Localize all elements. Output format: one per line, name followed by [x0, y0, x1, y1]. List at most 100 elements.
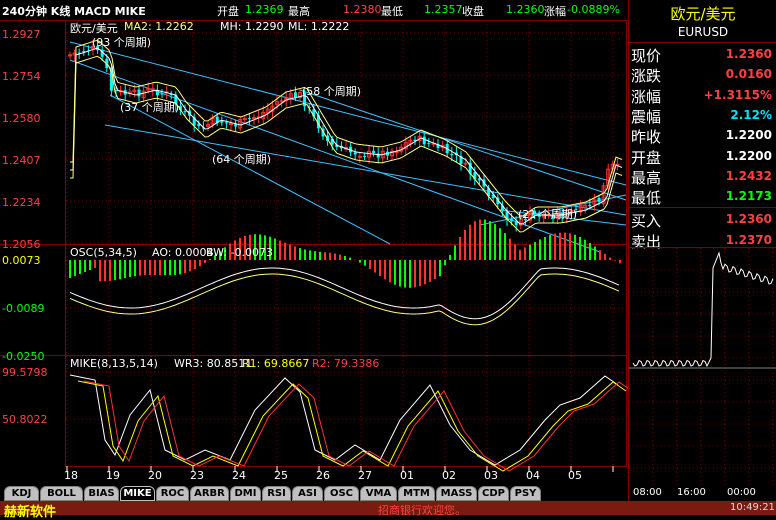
candle-body	[293, 92, 297, 98]
candle-body	[510, 219, 514, 222]
indicator-tab-bar: KDJ BOLL BIAS MIKE ROC ARBR DMI RSI ASI OSC VMA MTM…	[0, 484, 628, 501]
quote-row-value: 1.2200	[725, 148, 772, 163]
tab-rsi[interactable]: RSI	[262, 486, 291, 501]
candle-body	[372, 150, 376, 154]
tab-mike[interactable]: MIKE	[120, 486, 155, 501]
candle-body	[353, 152, 357, 155]
close-value: 1.2360	[506, 3, 545, 16]
trend-line	[104, 124, 627, 216]
quote-row-value: 0.0160	[725, 67, 772, 82]
y-tick: 1.2927	[2, 28, 41, 41]
candle-body	[463, 162, 468, 165]
osc-line	[69, 267, 620, 320]
status-clock: 10:49:21	[730, 502, 775, 513]
candle-body	[588, 204, 592, 207]
quote-row: 涨幅 +1.3115%	[629, 85, 776, 106]
x-tick-label: 01	[400, 469, 414, 482]
osc-y-tick: -0.0089	[2, 302, 45, 315]
candle-body	[450, 153, 454, 155]
candle-body	[150, 88, 155, 91]
quote-row: 最低 1.2173	[629, 186, 776, 207]
candle-body	[160, 93, 164, 95]
x-tick-label: 05	[568, 469, 582, 482]
high-label: 最高	[288, 5, 310, 18]
ma2-value: MA2: 1.2262	[124, 20, 194, 33]
tab-cdp[interactable]: CDP	[478, 486, 509, 501]
tab-kdj[interactable]: KDJ	[4, 486, 39, 501]
quote-row-value: 1.2370	[725, 232, 772, 247]
change-label: 涨幅	[544, 5, 566, 18]
mike-r1-line	[77, 380, 627, 472]
quote-row-label: 涨跌	[631, 67, 662, 86]
time-label: 16:00	[677, 487, 706, 498]
y-tick: 1.2754	[2, 70, 41, 83]
quote-row: 开盘 1.2200	[629, 146, 776, 167]
osc-ao-value: AO: 0.0004	[152, 246, 214, 259]
candle-body	[362, 155, 366, 157]
x-tick-label: 19	[106, 469, 120, 482]
tab-arbr[interactable]: ARBR	[190, 486, 229, 501]
candle-body	[279, 100, 284, 103]
quote-row-value: 2.12%	[730, 107, 772, 122]
osc-signal-line	[69, 273, 620, 326]
candle-body	[220, 121, 224, 123]
tab-asi[interactable]: ASI	[292, 486, 323, 501]
x-tick-label: 27	[358, 469, 372, 482]
quote-row-value: 1.2360	[725, 212, 772, 227]
candle-body	[68, 54, 72, 57]
candle-body	[357, 155, 362, 158]
mike-wr3-value: WR3: 80.8511	[174, 357, 253, 370]
chart-header-bar: 240分钟 K线 MACD MIKE 开盘 1.2369 最高 1.2380 最…	[0, 0, 628, 21]
candle-body	[234, 124, 238, 127]
candle-body	[242, 118, 247, 121]
x-tick-label: 24	[232, 469, 246, 482]
quote-row: 买入 1.2360	[629, 209, 776, 230]
x-tick-label: 03	[484, 469, 498, 482]
tab-roc[interactable]: ROC	[156, 486, 189, 501]
tab-boll[interactable]: BOLL	[40, 486, 83, 501]
open-value: 1.2369	[245, 3, 284, 16]
quote-row-value: 1.2432	[725, 168, 772, 183]
tab-bias[interactable]: BIAS	[84, 486, 119, 501]
osc-label: OSC(5,34,5)	[70, 246, 137, 259]
tab-psy[interactable]: PSY	[510, 486, 541, 501]
x-tick-label: 18	[64, 469, 78, 482]
divider	[629, 207, 776, 209]
y-tick: 1.2056	[2, 238, 41, 251]
tab-mtm[interactable]: MTM	[398, 486, 435, 501]
tab-osc[interactable]: OSC	[324, 486, 359, 501]
candle-body	[427, 142, 431, 144]
brand-logo: 赫新软件	[4, 505, 57, 520]
cycle-annotation: (64 个周期)	[212, 153, 272, 166]
candle-body	[229, 123, 233, 126]
cycle-annotation: (21 个周期)	[518, 208, 578, 221]
cycle-annotation: (58 个周期)	[302, 85, 362, 98]
intraday-chart[interactable]	[629, 248, 776, 488]
candle-body	[224, 122, 228, 124]
candle-body	[183, 111, 187, 113]
quote-row-label: 最低	[631, 189, 662, 208]
time-label: 08:00	[633, 487, 662, 498]
y-tick: 1.2234	[2, 196, 41, 209]
tab-mass[interactable]: MASS	[436, 486, 477, 501]
low-label: 最低	[381, 5, 403, 18]
cycle-annotation: (93 个周期)	[92, 36, 152, 49]
chart-title: 240分钟 K线 MACD MIKE	[2, 5, 146, 18]
quote-row-value: 1.2360	[725, 47, 772, 61]
mike-r1-value: R1: 69.8667	[242, 357, 310, 370]
tab-vma[interactable]: VMA	[360, 486, 397, 501]
mike-wr3-line	[69, 374, 619, 466]
y-tick: 1.2580	[2, 112, 41, 125]
open-label: 开盘	[217, 5, 239, 18]
time-label: 00:00	[727, 487, 756, 498]
tab-dmi[interactable]: DMI	[230, 486, 261, 501]
x-tick-label: 02	[442, 469, 456, 482]
x-tick-label: 04	[526, 469, 540, 482]
trend-line	[299, 89, 627, 201]
x-tick-label: 25	[274, 469, 288, 482]
mike-y-tick: 99.5798	[2, 366, 48, 379]
quote-row-label: 震幅	[631, 107, 662, 126]
close-label: 收盘	[462, 5, 484, 18]
ticker-message: 招商银行欢迎您。	[378, 504, 466, 517]
cycle-annotation: (37 个周期)	[120, 101, 180, 114]
